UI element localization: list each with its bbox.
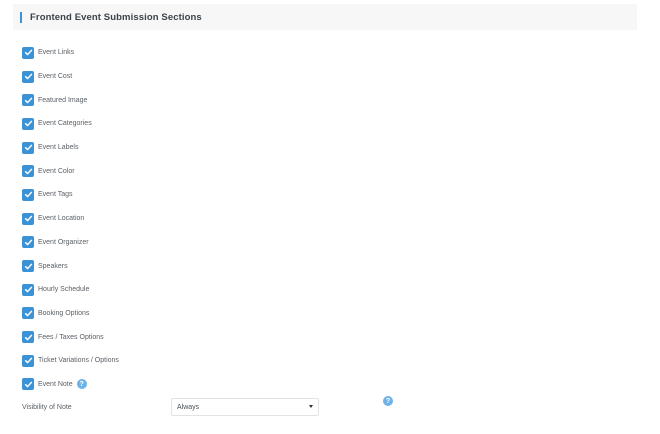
option-item: Event Organizer (22, 231, 119, 255)
option-label: Event Cost (38, 73, 73, 81)
visibility-select[interactable]: Always (171, 398, 319, 416)
checkmark-icon (24, 310, 32, 317)
checkmark-icon (24, 215, 32, 222)
checkbox[interactable] (22, 165, 34, 178)
checkmark-icon (24, 168, 32, 175)
checkbox[interactable] (22, 94, 34, 107)
checkmark-icon (24, 263, 32, 269)
checkbox[interactable] (22, 236, 34, 249)
checkmark-icon (24, 97, 32, 104)
checkbox[interactable] (22, 188, 34, 201)
checkbox[interactable] (22, 70, 34, 83)
checkmark-icon (24, 49, 32, 56)
option-label: Event Note (38, 380, 73, 388)
option-label: Hourly Schedule (38, 286, 90, 294)
chevron-down-icon (309, 405, 313, 408)
checkbox[interactable] (22, 141, 34, 154)
checkbox[interactable] (22, 212, 34, 225)
visibility-select-value: Always (177, 404, 200, 411)
option-item: Event Color (22, 159, 119, 183)
checkmark-icon (24, 144, 32, 151)
option-label: Featured Image (38, 96, 88, 104)
checkbox[interactable] (22, 307, 34, 320)
option-item: Event Tags (22, 183, 119, 207)
option-item: Fees / Taxes Options (22, 325, 119, 349)
checkbox[interactable] (22, 331, 34, 344)
option-item: Event Labels (22, 136, 119, 160)
checkbox[interactable] (22, 354, 34, 367)
option-label: Event Location (38, 215, 85, 223)
option-item: Ticket Variations / Options (22, 349, 119, 373)
option-item: Speakers (22, 254, 119, 278)
section-title: Frontend Event Submission Sections (30, 11, 202, 23)
checkbox[interactable] (22, 117, 34, 130)
option-label: Event Links (38, 49, 75, 57)
checkmark-icon (24, 192, 32, 198)
option-label: Event Organizer (38, 238, 89, 246)
checkbox[interactable] (22, 283, 34, 296)
checkmark-icon (24, 121, 32, 127)
option-item: Hourly Schedule (22, 278, 119, 302)
option-label: Event Color (38, 167, 75, 175)
option-label: Event Categories (38, 120, 92, 128)
checkmark-icon (24, 381, 32, 388)
checkmark-icon (24, 73, 32, 80)
visibility-label: Visibility of Note (22, 404, 72, 411)
checkmark-icon (24, 286, 32, 293)
option-item: Event Cost (22, 65, 119, 89)
option-item: Event Categories (22, 112, 119, 136)
checkmark-icon (24, 357, 32, 364)
settings-page: Frontend Event Submission Sections Event… (0, 0, 660, 434)
checkbox[interactable] (22, 378, 34, 391)
options-list: Event Links Event Cost Featured Image Event… (22, 41, 119, 396)
option-label: Booking Options (38, 309, 90, 317)
section-header: Frontend Event Submission Sections (13, 4, 637, 30)
option-label: Fees / Taxes Options (38, 333, 104, 341)
option-label: Event Labels (38, 144, 79, 152)
checkbox[interactable] (22, 260, 34, 273)
option-item: Event Links (22, 41, 119, 65)
question-icon[interactable]: ? (76, 379, 87, 390)
option-item: Booking Options (22, 302, 119, 326)
section-accent-bar (20, 11, 22, 23)
visibility-row: Visibility of Note Always ? (22, 396, 402, 419)
question-icon[interactable]: ? (383, 396, 393, 406)
option-label: Speakers (38, 262, 68, 270)
checkmark-icon (24, 239, 32, 246)
option-item: Featured Image (22, 88, 119, 112)
option-label: Event Tags (38, 191, 73, 199)
checkbox[interactable] (22, 46, 34, 59)
option-item: Event Location (22, 207, 119, 231)
checkmark-icon (24, 334, 32, 340)
option-item: Event Note? (22, 373, 119, 397)
option-label: Ticket Variations / Options (38, 357, 119, 365)
